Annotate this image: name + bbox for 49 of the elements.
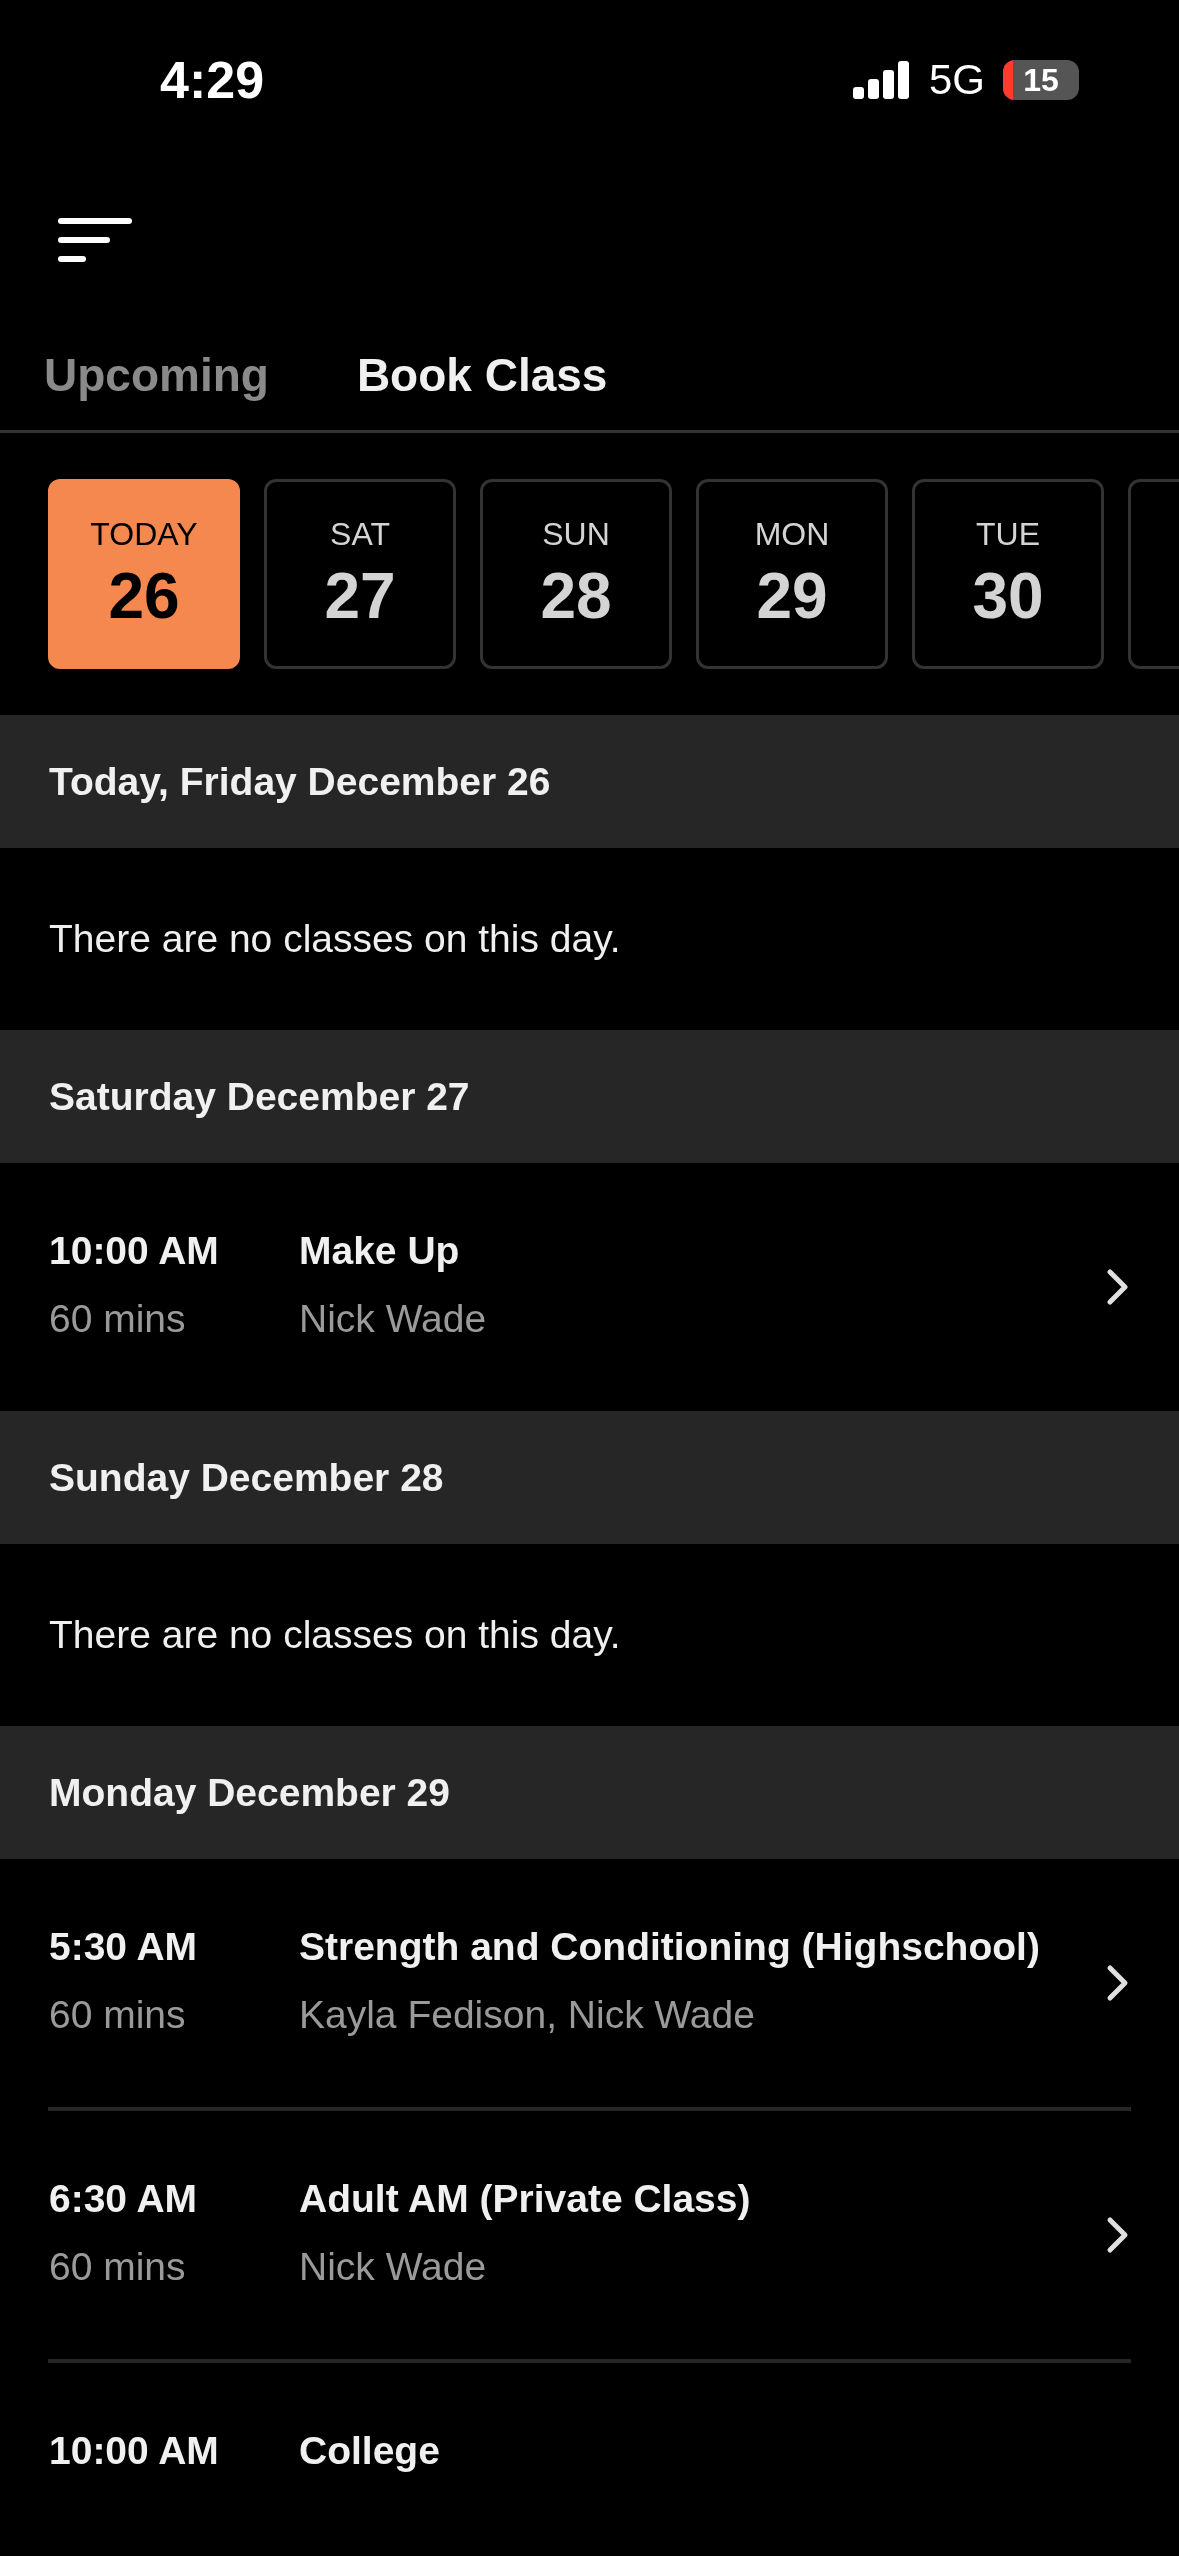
- chevron-right-icon: [1106, 2216, 1130, 2254]
- date-card[interactable]: TODAY 26: [48, 479, 240, 669]
- date-card[interactable]: SAT 27: [264, 479, 456, 669]
- date-card[interactable]: SUN 28: [480, 479, 672, 669]
- network-label: 5G: [928, 56, 985, 104]
- signal-icon: [852, 61, 911, 99]
- class-title: Make Up: [299, 1228, 461, 1274]
- day-label: SAT: [330, 515, 390, 553]
- date-card[interactable]: TUE 30: [912, 479, 1104, 669]
- day-label: SUN: [542, 515, 610, 553]
- day-number: 27: [324, 558, 396, 633]
- tab[interactable]: Book Class: [356, 348, 608, 402]
- chevron-right-icon: [1106, 1964, 1130, 2002]
- empty-message: There are no classes on this day.: [48, 1612, 622, 1658]
- battery-icon: 15: [1003, 60, 1079, 100]
- day-number: 29: [756, 558, 828, 633]
- class-title: Strength and Conditioning (Highschool): [299, 1924, 1041, 1970]
- class-row[interactable]: 5:30 AM 60 mins Strength and Conditioning (Highschool) Kayla Fedison, Nick Wade: [0, 1859, 1179, 2107]
- class-row[interactable]: 10:00 AM College: [48, 2359, 1131, 2539]
- day-number: 28: [540, 558, 612, 633]
- clock-time: 4:29: [160, 50, 265, 110]
- class-instructors: Nick Wade: [299, 1296, 488, 1342]
- empty-message: There are no classes on this day.: [48, 916, 622, 962]
- section-heading: Sunday December 28: [0, 1411, 1179, 1544]
- chevron-right-icon: [1106, 1268, 1130, 1306]
- date-card[interactable]: MON 29: [696, 479, 888, 669]
- class-duration: 60 mins: [49, 1296, 187, 1342]
- class-time: 10:00 AM: [49, 2428, 220, 2474]
- section-heading: Saturday December 27: [0, 1030, 1179, 1163]
- class-duration: 60 mins: [49, 1992, 187, 2038]
- tab[interactable]: Upcoming: [44, 348, 269, 402]
- class-instructors: Nick Wade: [299, 2244, 488, 2290]
- day-label: TODAY: [90, 515, 198, 553]
- class-instructors: Kayla Fedison, Nick Wade: [299, 1992, 756, 2038]
- day-number: 30: [972, 558, 1044, 633]
- class-row[interactable]: 10:00 AM 60 mins Make Up Nick Wade: [0, 1163, 1179, 1411]
- class-time: 5:30 AM: [49, 1924, 199, 1970]
- section-heading: Today, Friday December 26: [0, 715, 1179, 848]
- day-label: MON: [754, 515, 830, 553]
- section-heading: Monday December 29: [0, 1726, 1179, 1859]
- class-time: 6:30 AM: [49, 2176, 199, 2222]
- day-label: TUE: [976, 515, 1040, 553]
- menu-icon[interactable]: [58, 218, 132, 262]
- day-number: 26: [108, 558, 180, 633]
- class-row[interactable]: 6:30 AM 60 mins Adult AM (Private Class) Nick Wade: [48, 2107, 1131, 2359]
- class-duration: 60 mins: [49, 2244, 187, 2290]
- class-time: 10:00 AM: [49, 1228, 220, 1274]
- class-title: College: [299, 2428, 441, 2474]
- class-title: Adult AM (Private Class): [299, 2176, 752, 2222]
